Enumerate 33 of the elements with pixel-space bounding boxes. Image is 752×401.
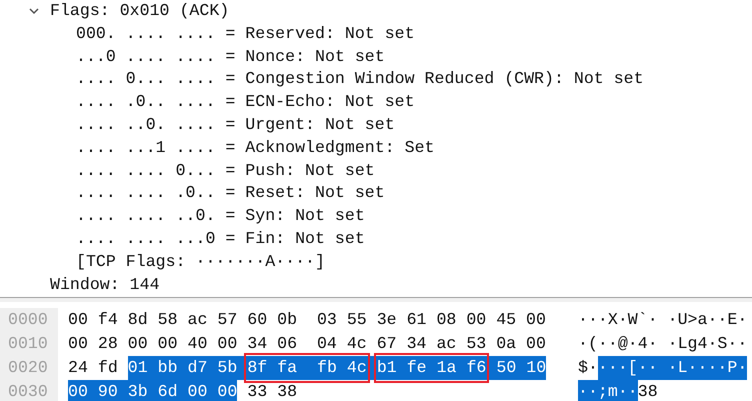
ascii-text[interactable]: $·	[578, 356, 598, 380]
tree-item[interactable]: .... 0... .... = Congestion Window Reduced (CWR): Not set	[76, 68, 644, 92]
hex-bytes[interactable]: 33 38	[247, 380, 298, 401]
offset-label: 0010	[0, 332, 58, 356]
offset-label: 0020	[0, 356, 58, 380]
hex-bytes[interactable]: 00 f4 8d 58 ac 57 60 0b 03 55 3e 61 08 00 45 00	[68, 308, 546, 332]
hex-bytes[interactable]: 00 28 00 00 40 00 34 06 04 4c 67 34 ac 53 0a 00	[68, 332, 546, 356]
ascii-text[interactable]: ·(··@·4· ·Lg4·S··	[578, 332, 748, 356]
ascii-text[interactable]: ···X·W`· ·U>a··E·	[578, 308, 748, 332]
ascii-text[interactable]: 38	[638, 380, 658, 401]
hex-bytes[interactable]: 01 bb d7 5b	[128, 356, 238, 380]
tree-item[interactable]: .... ...1 .... = Acknowledgment: Set	[76, 136, 434, 160]
tree-item[interactable]: .... .0.. .... = ECN-Echo: Not set	[76, 91, 415, 114]
selection-highlight	[237, 356, 248, 380]
tree-item[interactable]: .... .... ...0 = Fin: Not set	[76, 228, 365, 251]
offset-label: 0030	[0, 380, 58, 401]
hex-bytes[interactable]: 8f fa fb 4c	[247, 356, 367, 380]
tree-item[interactable]: Flags: 0x010 (ACK)	[50, 0, 230, 23]
tree-item[interactable]: .... .... .0.. = Reset: Not set	[76, 182, 385, 206]
tree-item[interactable]: ...0 .... .... = Nonce: Not set	[76, 46, 385, 68]
offset-label: 0000	[0, 308, 58, 332]
hex-bytes[interactable]: 50 10	[496, 356, 546, 380]
hex-bytes[interactable]: 00 90 3b 6d 00 00	[68, 380, 238, 401]
tree-item[interactable]: .... ..0. .... = Urgent: Not set	[76, 114, 395, 137]
ascii-text[interactable]: ···[·· ·L····P·	[598, 356, 748, 380]
tree-item[interactable]: [TCP Flags: ·······A····]	[76, 250, 325, 274]
hex-bytes[interactable]: b1 fe 1a f6	[376, 356, 486, 380]
hex-bytes[interactable]: 24 fd	[68, 356, 118, 380]
tree-item[interactable]: .... .... 0... = Push: Not set	[76, 160, 375, 182]
tree-item[interactable]: .... .... ..0. = Syn: Not set	[76, 205, 365, 228]
ascii-text[interactable]: ··;m··	[578, 380, 638, 401]
tree-item[interactable]: Window: 144	[50, 274, 160, 296]
tree-item[interactable]: 000. .... .... = Reserved: Not set	[76, 22, 415, 46]
